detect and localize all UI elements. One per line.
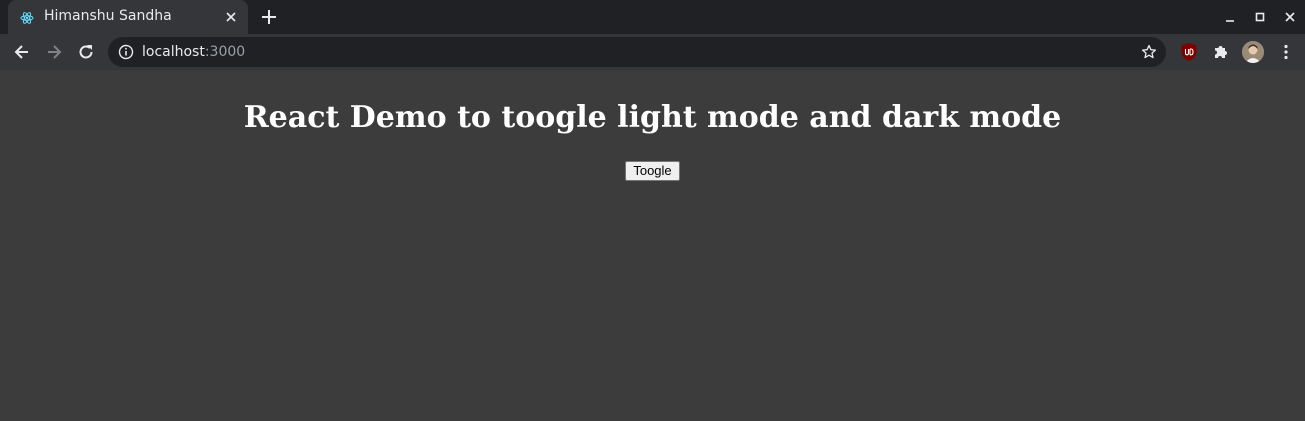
browser-toolbar: localhost:3000 [0,34,1305,70]
ublock-extension-icon[interactable] [1180,42,1198,62]
url-port: :3000 [204,44,246,60]
close-window-icon[interactable] [1282,9,1298,25]
react-logo-icon [20,10,34,24]
profile-avatar[interactable] [1242,41,1264,63]
forward-arrow-icon[interactable] [44,42,64,62]
reload-icon[interactable] [76,42,96,62]
maximize-icon[interactable] [1252,9,1268,25]
back-arrow-icon[interactable] [12,42,32,62]
minimize-icon[interactable] [1222,9,1238,25]
address-bar[interactable]: localhost:3000 [108,37,1166,67]
extensions-puzzle-icon[interactable] [1211,42,1231,62]
toggle-button[interactable]: Toogle [625,161,680,181]
page-content: React Demo to toogle light mode and dark… [0,70,1305,421]
tab-title: Himanshu Sandha [44,8,172,24]
tab-active[interactable]: Himanshu Sandha [8,0,248,34]
info-icon[interactable] [118,44,134,60]
bookmark-star-icon[interactable] [1140,43,1158,61]
url-text: localhost:3000 [142,44,245,60]
tab-strip: Himanshu Sandha [0,0,1305,34]
url-host: localhost [142,44,205,60]
menu-kebab-icon[interactable] [1276,42,1296,62]
close-tab-icon[interactable] [222,8,240,26]
page-title: React Demo to toogle light mode and dark… [243,100,1062,135]
new-tab-icon[interactable] [258,6,280,28]
